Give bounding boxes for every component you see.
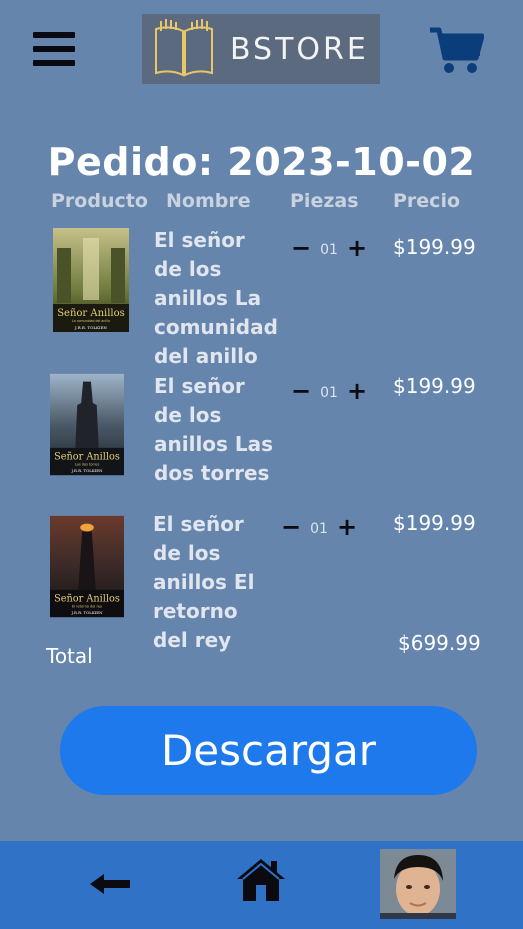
decrease-quantity-button[interactable]: −: [290, 377, 312, 405]
brand-name: BSTORE: [230, 31, 369, 67]
home-icon[interactable]: [235, 857, 287, 903]
cover-title: Señor Anillos: [54, 452, 120, 463]
total-label: Total: [46, 644, 93, 668]
cover-subtitle: El retorno del rey: [72, 604, 102, 608]
decrease-quantity-button[interactable]: −: [290, 234, 312, 262]
order-title: Pedido: 2023-10-02: [47, 140, 476, 184]
book-cover-image: Señor Anillos La comunidad del anillo J.…: [53, 228, 129, 332]
quantity-stepper: − 01 +: [290, 234, 368, 262]
cover-author: J.R.R. TOLKIEN: [71, 468, 104, 473]
user-avatar[interactable]: [380, 849, 456, 919]
column-price: Precio: [393, 190, 461, 212]
hamburger-menu-icon[interactable]: [33, 32, 75, 70]
product-name: El señor de los anillos El retorno del r…: [153, 512, 255, 652]
item-price: $199.99: [393, 235, 476, 259]
item-price: $199.99: [393, 511, 476, 535]
quantity-stepper: − 01 +: [280, 513, 358, 541]
cover-title: Señor Anillos: [54, 594, 120, 605]
quantity-value: 01: [310, 521, 328, 537]
cover-author: J.R.R. TOLKIEN: [74, 325, 107, 330]
product-name: El señor de los anillos La comunidad del…: [154, 228, 278, 368]
brand-logo: BSTORE: [142, 14, 380, 84]
download-button[interactable]: Descargar: [60, 706, 477, 795]
column-product: Producto: [51, 190, 148, 212]
shopping-cart-icon[interactable]: [428, 26, 484, 76]
cover-title: Señor Anillos: [57, 308, 125, 319]
cover-author: J.R.R. TOLKIEN: [71, 610, 104, 615]
column-name: Nombre: [166, 190, 251, 212]
item-price: $199.99: [393, 374, 476, 398]
increase-quantity-button[interactable]: +: [346, 234, 368, 262]
increase-quantity-button[interactable]: +: [346, 377, 368, 405]
quantity-value: 01: [320, 385, 338, 401]
column-pieces: Piezas: [290, 190, 359, 212]
book-cover-image: Señor Anillos Las dos torres J.R.R. TOLK…: [50, 373, 124, 476]
quantity-value: 01: [320, 242, 338, 258]
cover-subtitle: La comunidad del anillo: [72, 319, 110, 323]
quantity-stepper: − 01 +: [290, 377, 368, 405]
back-arrow-icon[interactable]: [90, 872, 132, 896]
decrease-quantity-button[interactable]: −: [280, 513, 302, 541]
increase-quantity-button[interactable]: +: [336, 513, 358, 541]
book-logo-icon: [155, 19, 213, 77]
product-name: El señor de los anillos Las dos torres: [154, 374, 274, 485]
book-cover-image: Señor Anillos El retorno del rey J.R.R. …: [50, 515, 124, 618]
cover-subtitle: Las dos torres: [75, 462, 100, 466]
total-value: $699.99: [398, 631, 481, 655]
